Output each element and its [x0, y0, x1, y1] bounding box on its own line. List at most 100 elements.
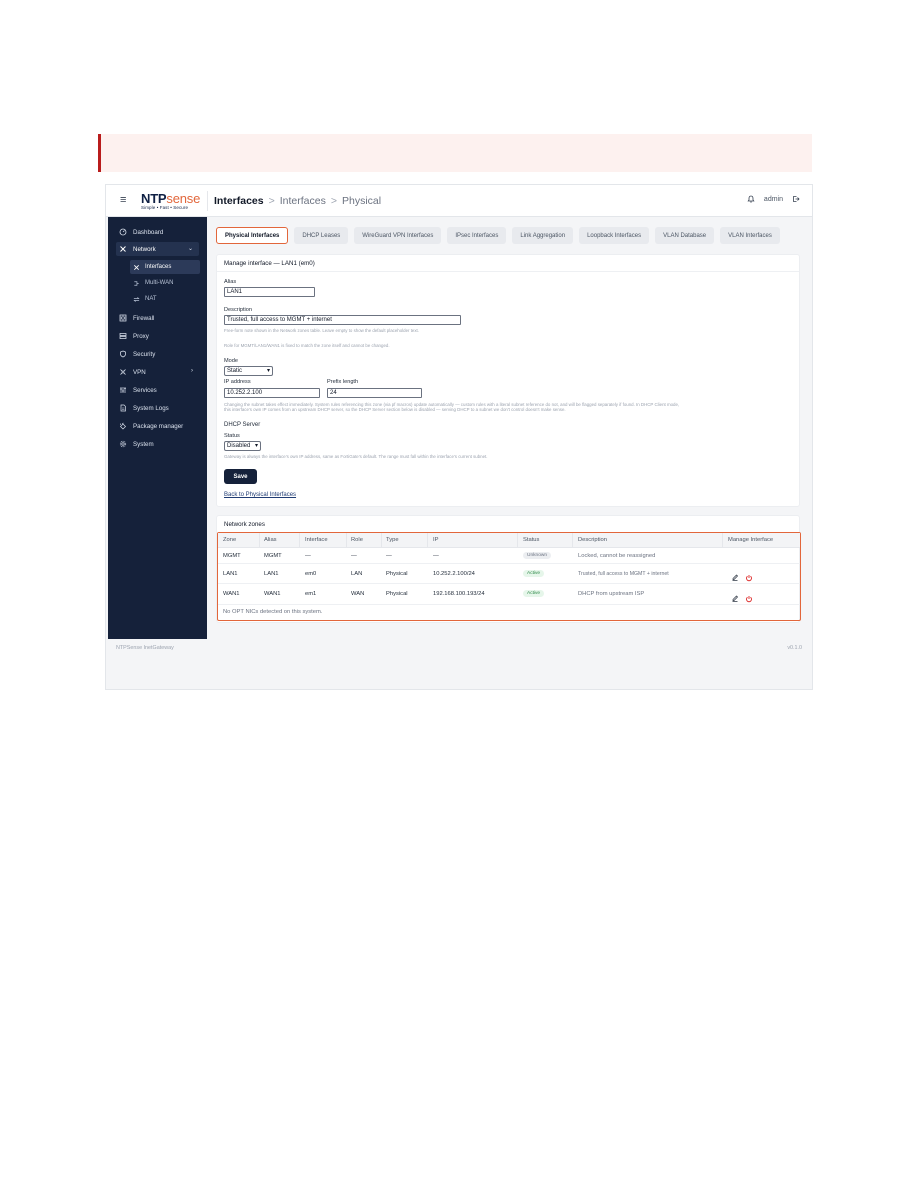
sidebar-item-vpn[interactable]: VPN › [116, 365, 199, 379]
table-header: Zone Alias Interface Role Type IP Status… [218, 533, 800, 548]
sidebar-item-label: Security [133, 350, 156, 358]
type-cell: Physical [386, 591, 408, 597]
description-cell: DHCP from upstream ISP [578, 591, 645, 597]
network-zones-table: Zone Alias Interface Role Type IP Status… [217, 532, 801, 621]
alias-cell: LAN1 [264, 571, 279, 577]
interface-cell: — [305, 553, 311, 559]
brand-primary: NTP [141, 191, 167, 206]
alias-input[interactable]: LAN1 [224, 287, 315, 297]
sidebar-item-security[interactable]: Security [116, 347, 199, 361]
status-badge: Active [523, 570, 545, 577]
alias-label: Alias [224, 279, 237, 285]
mode-value: Static [227, 368, 243, 374]
column-header: Type [386, 537, 399, 543]
header-divider [207, 191, 208, 211]
tab-physical-interfaces[interactable]: Physical Interfaces [216, 227, 289, 244]
status-badge: Unknown [523, 552, 551, 559]
user-name[interactable]: admin [764, 196, 783, 203]
sidebar-item-proxy[interactable]: Proxy [116, 329, 199, 343]
sidebar-item-label: Dashboard [133, 228, 164, 236]
shield-icon [116, 350, 130, 358]
app-window: ≡ NTPsense Simple • Fast • Secure Interf… [105, 184, 813, 690]
ip-address-input[interactable]: 10.252.2.100 [224, 388, 320, 398]
dhcp-status-select[interactable]: Disabled ▾ [224, 441, 261, 451]
sidebar-item-system[interactable]: System [116, 437, 199, 451]
table-row: MGMT MGMT — — — — Unknown Locked, cannot… [218, 548, 800, 564]
header-actions: admin [747, 195, 800, 203]
network-zones-card: Network zones Zone Alias Interface Role … [216, 515, 801, 623]
manage-interface-card: Manage interface — LAN1 (em0) Alias LAN1… [216, 254, 800, 507]
breadcrumb-item[interactable]: Interfaces [214, 195, 264, 207]
footer-version: v0.1.0 [787, 645, 802, 651]
column-header: Status [523, 537, 540, 543]
sidebar-item-label: NAT [145, 296, 157, 302]
hamburger-menu-icon[interactable]: ≡ [120, 194, 126, 206]
bell-icon[interactable] [747, 195, 755, 203]
alias-cell: MGMT [264, 553, 282, 559]
mode-select[interactable]: Static ▾ [224, 366, 273, 376]
sidebar-item-label: Package manager [133, 422, 184, 430]
vpn-icon [116, 368, 130, 376]
table-row: LAN1 LAN1 em0 LAN Physical 10.252.2.100/… [218, 564, 800, 584]
tab-dhcp-leases[interactable]: DHCP Leases [294, 227, 349, 244]
tab-vlan-interfaces[interactable]: VLAN Interfaces [720, 227, 780, 244]
column-header: Manage Interface [728, 537, 774, 543]
gear-icon [116, 440, 130, 448]
sidebar-item-label: System Logs [133, 404, 169, 412]
sidebar: Dashboard Network ⌄ Interfaces Multi-WAN… [108, 217, 207, 639]
column-header: Zone [223, 537, 237, 543]
sidebar-item-network[interactable]: Network ⌄ [116, 242, 199, 256]
zone-cell: LAN1 [223, 571, 238, 577]
tab-loopback-interfaces[interactable]: Loopback Interfaces [579, 227, 650, 244]
logout-icon[interactable] [792, 195, 800, 203]
sidebar-item-label: System [133, 440, 154, 448]
column-header: Interface [305, 537, 328, 543]
sidebar-item-dashboard[interactable]: Dashboard [116, 225, 199, 239]
tab-link-aggregation[interactable]: Link Aggregation [512, 227, 574, 244]
network-icon [116, 245, 130, 253]
ip-cell: — [433, 553, 439, 559]
zone-cell: MGMT [223, 553, 241, 559]
alias-cell: WAN1 [264, 591, 281, 597]
dashboard-icon [116, 228, 130, 236]
sidebar-item-firewall[interactable]: Firewall [116, 311, 199, 325]
role-cell: LAN [351, 571, 363, 577]
sidebar-item-services[interactable]: Services [116, 383, 199, 397]
prefix-length-input[interactable]: 24 [327, 388, 422, 398]
dhcp-server-heading: DHCP Server [224, 422, 261, 428]
column-header: Alias [264, 537, 277, 543]
chevron-down-icon: ▾ [266, 368, 270, 374]
brand-secondary: sense [166, 191, 201, 206]
tab-wireguard-vpn-interfaces[interactable]: WireGuard VPN Interfaces [354, 227, 442, 244]
column-header: IP [433, 537, 439, 543]
brand-logo[interactable]: NTPsense Simple • Fast • Secure [141, 192, 200, 211]
zone-cell: WAN1 [223, 591, 240, 597]
ip-address-label: IP address [224, 379, 251, 385]
sidebar-item-label: Services [133, 386, 157, 394]
mode-label: Mode [224, 358, 238, 364]
sidebar-item-interfaces[interactable]: Interfaces [130, 260, 200, 274]
sidebar-item-nat[interactable]: NAT [130, 292, 200, 306]
tab-ipsec-interfaces[interactable]: IPsec Interfaces [447, 227, 507, 244]
breadcrumb-item[interactable]: Interfaces [280, 195, 326, 207]
proxy-icon [116, 332, 130, 340]
sidebar-item-label: Multi-WAN [145, 280, 174, 286]
sidebar-item-multiwan[interactable]: Multi-WAN [130, 276, 200, 290]
package-icon [116, 422, 130, 430]
description-label: Description [224, 307, 252, 313]
dhcp-status-value: Disabled [227, 443, 251, 449]
type-cell: — [386, 553, 392, 559]
role-cell: WAN [351, 591, 365, 597]
breadcrumb: Interfaces > Interfaces > Physical [214, 195, 382, 207]
breadcrumb-item: Physical [342, 195, 382, 207]
column-header: Role [351, 537, 363, 543]
ip-cell: 10.252.2.100/24 [433, 571, 475, 577]
description-input[interactable]: Trusted, full access to MGMT + internet [224, 315, 461, 325]
sidebar-item-package-manager[interactable]: Package manager [116, 419, 199, 433]
tab-bar: Physical Interfaces DHCP Leases WireGuar… [216, 227, 780, 244]
back-to-physical-interfaces-link[interactable]: Back to Physical Interfaces [224, 492, 296, 498]
save-button[interactable]: Save [224, 469, 257, 484]
tab-vlan-database[interactable]: VLAN Database [655, 227, 715, 244]
role-help: Role for MGMT/LAN1/WAN1 is fixed to matc… [224, 343, 390, 348]
sidebar-item-system-logs[interactable]: System Logs [116, 401, 199, 415]
